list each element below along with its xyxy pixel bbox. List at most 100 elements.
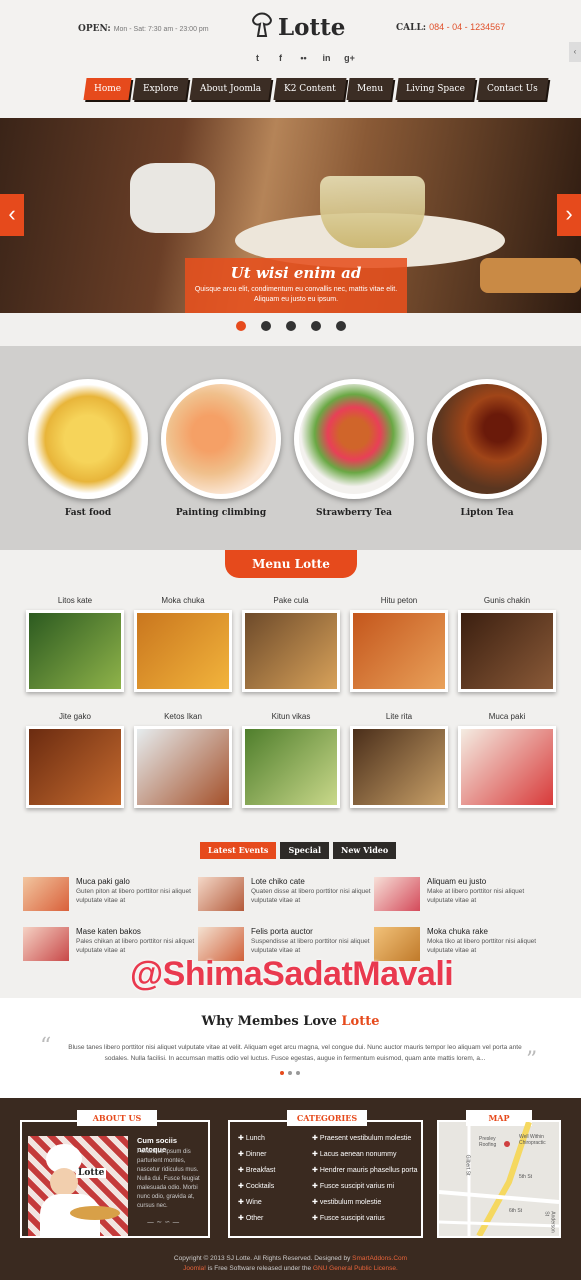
category-link[interactable]: ✚ vestibulum molestie [312,1198,381,1206]
chef-dish [70,1206,120,1220]
slider-next-button[interactable]: › [557,194,581,236]
testimonial-pagination [280,1071,300,1075]
category-link[interactable]: ✚ Fusce suscipit varius mi [312,1182,394,1190]
hero-slider: ‹ › Ut wisi enim ad Quisque arcu elit, c… [0,118,581,313]
designer-link[interactable]: SmartAddons.Com [352,1255,407,1262]
testimonial-text: Bluse tanes libero porttitor nisi alique… [68,1044,522,1062]
events-tabs: Latest Events Special New Video [200,842,397,859]
category-link[interactable]: ✚ Other [238,1214,263,1222]
menu-item[interactable]: Pake cula [242,596,340,692]
tab-latest-events[interactable]: Latest Events [200,842,277,859]
slider-dot[interactable] [336,321,346,331]
menu-item-image [458,726,556,808]
joomla-link[interactable]: Joomla! [183,1265,206,1272]
side-panel-toggle[interactable]: ‹ [569,42,581,62]
featured-section: Fast food Painting climbing Strawberry T… [0,346,581,550]
about-us-title: ABOUT US [77,1110,157,1126]
slide-caption: Ut wisi enim ad Quisque arcu elit, condi… [185,258,407,313]
menu-item-image [242,610,340,692]
map-box[interactable]: MAP Presley Roofing Well Within Chiropra… [437,1110,561,1238]
featured-image [161,379,281,499]
category-link[interactable]: ✚ Lunch [238,1134,265,1142]
menu-item[interactable]: Muca paki [458,712,556,808]
nav-home[interactable]: Home [83,78,132,100]
category-link[interactable]: ✚ Dinner [238,1150,266,1158]
site-logo[interactable]: Lotte [250,8,345,44]
category-link[interactable]: ✚ Breakfast [238,1166,275,1174]
chef-face [50,1168,78,1196]
menu-item-image [350,610,448,692]
map-label: 5th St [519,1174,533,1180]
slider-prev-button[interactable]: ‹ [0,194,24,236]
site-footer: ABOUT US Lotte Cum sociis natoque Penati… [0,1098,581,1280]
category-link[interactable]: ✚ Fusce suscipit varius [312,1214,385,1222]
tab-new-video[interactable]: New Video [333,842,397,859]
nav-living-space[interactable]: Living Space [395,78,476,100]
featured-item[interactable]: Lipton Tea [427,379,547,518]
menu-item[interactable]: Ketos Ikan [134,712,232,808]
nav-k2-content[interactable]: K2 Content [273,78,346,100]
quote-open-icon: “ [40,1034,52,1059]
menu-item[interactable]: Kitun vikas [242,712,340,808]
featured-image [28,379,148,499]
googleplus-icon[interactable]: g+ [342,51,357,66]
menu-item[interactable]: Moka chuka [134,596,232,692]
menu-item[interactable]: Litos kate [26,596,124,692]
featured-item[interactable]: Strawberry Tea [294,379,414,518]
copyright: Copyright © 2013 SJ Lotte. All Rights Re… [173,1255,408,1272]
nav-about-joomla[interactable]: About Joomla [189,78,273,100]
map-label: 6th St [509,1208,523,1214]
phone-number: CALL: 084 - 04 - 1234567 [396,22,506,33]
menu-item[interactable]: Jite gako [26,712,124,808]
slider-dot[interactable] [236,321,246,331]
menu-item-image [26,726,124,808]
category-link[interactable]: ✚ Praesent vestibulum molestie [312,1134,411,1142]
slider-pagination [236,321,346,331]
slider-dot[interactable] [261,321,271,331]
category-link[interactable]: ✚ Cocktails [238,1182,274,1190]
event-item[interactable]: Aliquam eu justo Make at libero porttitor… [374,877,544,917]
featured-item[interactable]: Fast food [28,379,148,518]
chef-photo: Lotte [28,1136,128,1236]
menu-section-title: Menu Lotte [225,550,357,578]
map-label: Well Within Chiropractic [519,1134,546,1146]
about-us-box: ABOUT US Lotte Cum sociis natoque Penati… [20,1110,210,1238]
menu-item-image [242,726,340,808]
map-label: Anderson St [543,1211,556,1233]
social-links: t f •• in g+ [250,51,357,66]
menu-item[interactable]: Hitu peton [350,596,448,692]
site-header: OPEN: Mon - Sat: 7:30 am - 23:00 pm Lotte… [0,0,581,118]
slider-dot[interactable] [311,321,321,331]
gpl-link[interactable]: GNU General Public License. [313,1265,398,1272]
linkedin-icon[interactable]: in [319,51,334,66]
nav-explore[interactable]: Explore [132,78,190,100]
signature: — ∼ ∽ — [147,1218,180,1226]
menu-item-image [134,610,232,692]
slider-dot[interactable] [286,321,296,331]
event-item[interactable]: Lote chiko cate Quaten disse at libero po… [198,877,371,917]
twitter-icon[interactable]: t [250,51,265,66]
event-thumbnail [23,927,69,961]
category-link[interactable]: ✚ Lacus aenean nonummy [312,1150,396,1158]
flickr-icon[interactable]: •• [296,51,311,66]
menu-item-image [134,726,232,808]
tab-special[interactable]: Special [280,842,330,859]
category-link[interactable]: ✚ Hendrer mauris phasellus porta [312,1166,417,1174]
nav-menu[interactable]: Menu [346,78,395,100]
menu-item[interactable]: Gunis chakin [458,596,556,692]
menu-item-image [458,610,556,692]
menu-item[interactable]: Lite rita [350,712,448,808]
testimonial-dot[interactable] [296,1071,300,1075]
testimonial-dot[interactable] [288,1071,292,1075]
slide-text: Quisque arcu elit, condimentum eu conval… [194,286,398,303]
featured-label: Strawberry Tea [315,508,393,518]
event-item[interactable]: Muca paki galo Guten piton at libero port… [23,877,193,917]
slide-title: Ut wisi enim ad [230,264,362,282]
category-link[interactable]: ✚ Wine [238,1198,262,1206]
map-label: Presley Roofing [479,1136,497,1148]
slide-image-bread [480,258,581,293]
facebook-icon[interactable]: f [273,51,288,66]
testimonial-dot[interactable] [280,1071,284,1075]
nav-contact-us[interactable]: Contact Us [475,78,548,100]
featured-item[interactable]: Painting climbing [161,379,281,518]
